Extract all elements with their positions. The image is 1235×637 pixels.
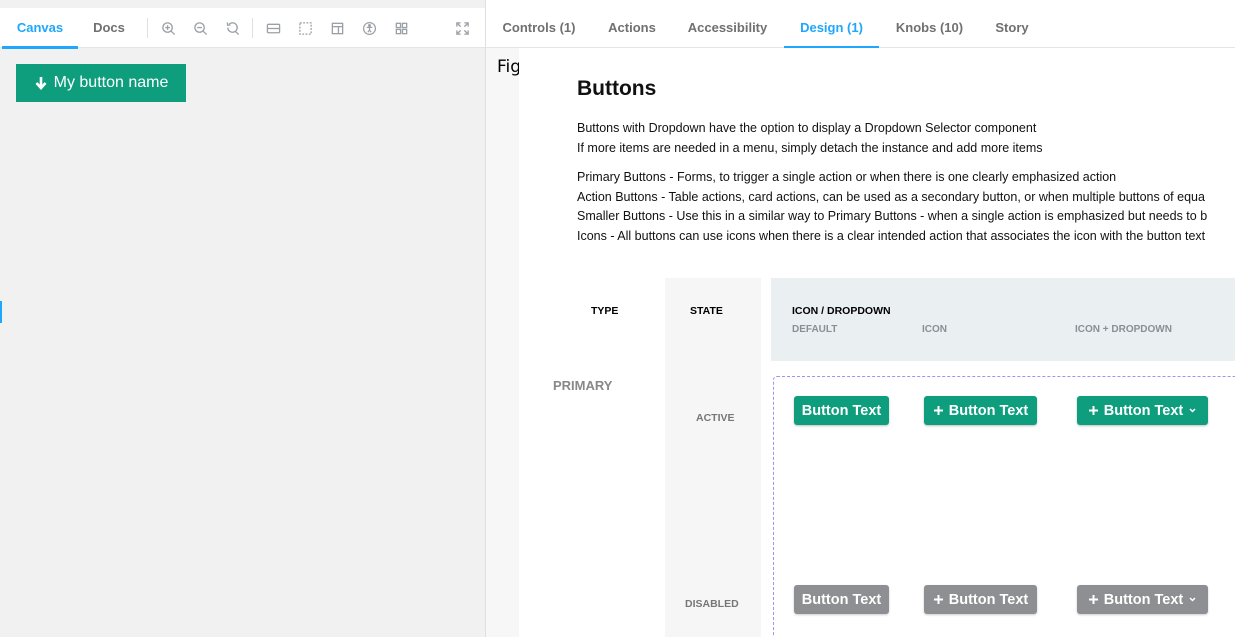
tab-accessibility[interactable]: Accessibility <box>686 8 769 48</box>
subheader-icon-dropdown: ICON + DROPDOWN <box>1075 324 1172 335</box>
outline-icon[interactable] <box>392 19 410 37</box>
usage-line: Icons - All buttons can use icons when t… <box>577 228 1206 243</box>
primary-button-icon-disabled[interactable]: Button Text <box>924 585 1037 614</box>
tab-docs[interactable]: Docs <box>86 8 132 48</box>
icon-dropdown-header: ICON / DROPDOWN <box>792 305 891 317</box>
toolbar-divider <box>147 18 148 38</box>
tab-controls[interactable]: Controls (1) <box>501 8 577 48</box>
usage-line: Smaller Buttons - Use this in a similar … <box>577 209 1208 224</box>
addon-tabs: Controls (1) Actions Accessibility Desig… <box>486 8 1235 49</box>
button-label: Button Text <box>948 591 1029 608</box>
primary-button-default[interactable]: Button Text <box>794 396 889 425</box>
tab-story[interactable]: Story <box>994 8 1030 48</box>
button-label: Button Text <box>801 402 882 419</box>
tab-canvas[interactable]: Canvas <box>2 8 78 49</box>
button-label: Button Text <box>1103 402 1184 419</box>
button-label: Button Text <box>801 591 882 608</box>
primary-button-icon-dropdown[interactable]: Button Text <box>1077 396 1208 425</box>
state-header: STATE <box>690 305 723 317</box>
button-label: Button Text <box>1103 591 1184 608</box>
subheader-icon: ICON <box>922 324 947 335</box>
figma-document[interactable]: Buttons Buttons with Dropdown have the o… <box>519 48 1235 637</box>
button-label: Button Text <box>948 402 1029 419</box>
grid-icon[interactable] <box>296 19 314 37</box>
arrow-down-icon <box>35 77 47 90</box>
zoom-in-icon[interactable] <box>159 19 177 37</box>
tab-actions[interactable]: Actions <box>607 8 657 48</box>
icon-header-band <box>771 278 1235 361</box>
figma-embed: Figma Buttons Buttons with Dropdown have… <box>486 48 1235 637</box>
zoom-out-icon[interactable] <box>191 19 209 37</box>
primary-button-icon-dropdown-disabled[interactable]: Button Text <box>1077 585 1208 614</box>
background-icon[interactable] <box>264 19 282 37</box>
type-header: TYPE <box>591 305 619 317</box>
plus-icon <box>1088 406 1098 415</box>
resize-handle[interactable] <box>0 301 2 323</box>
state-column <box>665 278 761 637</box>
usage-paragraph: Primary Buttons - Forms, to trigger a si… <box>577 168 1207 246</box>
zoom-reset-icon[interactable] <box>223 19 241 37</box>
figma-frame-gutter <box>486 48 519 637</box>
fullscreen-icon[interactable] <box>453 19 471 37</box>
primary-button-default-disabled[interactable]: Button Text <box>794 585 889 614</box>
usage-line: Primary Buttons - Forms, to trigger a si… <box>577 170 1117 184</box>
state-active-label: ACTIVE <box>696 412 735 424</box>
accessibility-icon[interactable] <box>360 19 378 37</box>
plus-icon <box>1088 595 1098 604</box>
addons-panel: Controls (1) Actions Accessibility Desig… <box>486 0 1235 637</box>
primary-button-icon[interactable]: Button Text <box>924 396 1037 425</box>
my-button-label: My button name <box>53 74 169 91</box>
plus-icon <box>933 595 943 604</box>
state-disabled-label: DISABLED <box>685 598 739 610</box>
subheader-default: DEFAULT <box>792 324 838 335</box>
usage-line: Action Buttons - Table actions, card act… <box>577 189 1205 204</box>
chevron-down-icon <box>1189 408 1196 413</box>
description-line: If more items are needed in a menu, simp… <box>577 140 1043 155</box>
preview-toolbar: Canvas Docs <box>0 8 485 49</box>
toolbar-divider <box>252 18 253 38</box>
description-paragraph: Buttons with Dropdown have the option to… <box>577 119 1043 158</box>
plus-icon <box>933 406 943 415</box>
chevron-down-icon <box>1189 597 1196 602</box>
preview-pane: Canvas Docs My button name <box>0 0 486 637</box>
type-primary-label: PRIMARY <box>553 378 613 393</box>
description-line: Buttons with Dropdown have the option to… <box>577 121 1037 135</box>
tab-design[interactable]: Design (1) <box>784 8 879 49</box>
viewport-icon[interactable] <box>328 19 346 37</box>
my-button[interactable]: My button name <box>16 64 186 102</box>
tab-knobs[interactable]: Knobs (10) <box>894 8 965 48</box>
page-title: Buttons <box>577 77 657 100</box>
